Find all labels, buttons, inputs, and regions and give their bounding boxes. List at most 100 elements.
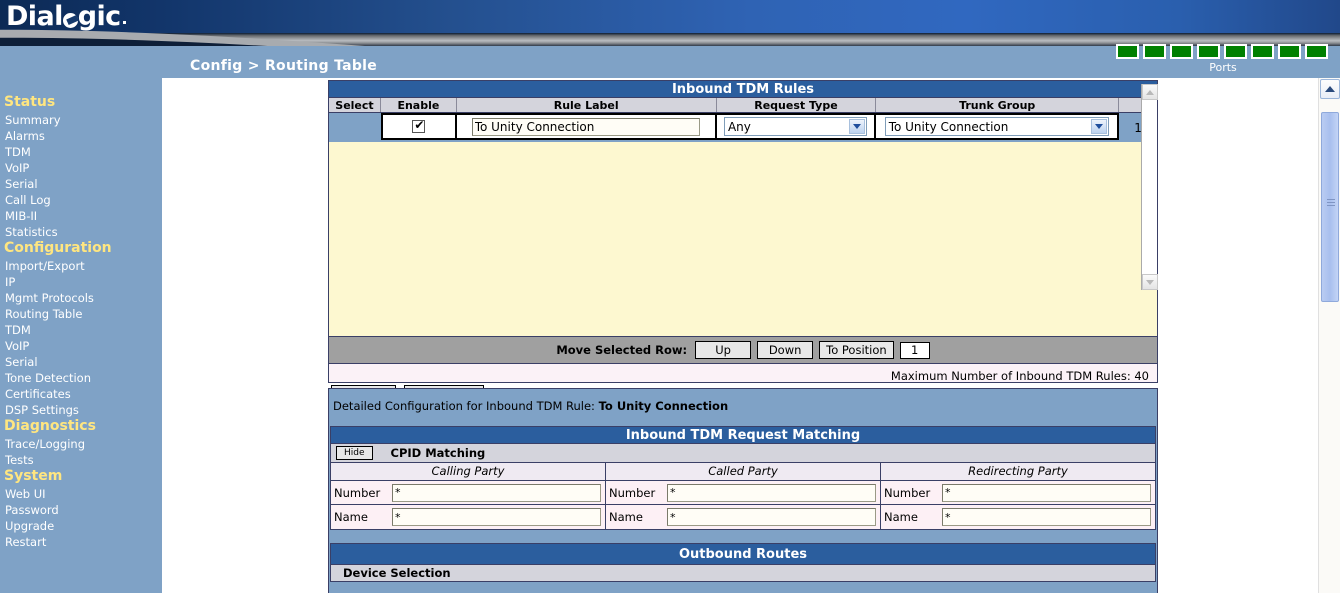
row-select-cell[interactable] [329,113,381,142]
called-name-label: Name [609,510,643,524]
port-led [1305,44,1328,59]
scroll-down-icon[interactable] [1142,274,1158,290]
ports-label: Ports [1209,61,1237,74]
redirecting-number-input[interactable] [942,483,1151,502]
column-header-enable: Enable [381,98,457,112]
calling-number-input[interactable] [392,483,601,502]
trunk-group-select[interactable]: To Unity Connection [884,117,1109,136]
chevron-down-icon [848,119,865,134]
port-led [1143,44,1166,59]
scroll-up-icon[interactable] [1320,79,1340,99]
scroll-up-icon[interactable] [1142,84,1158,100]
column-header-select: Select [329,98,381,112]
sidebar-item-restart[interactable]: Restart [0,534,162,550]
move-row-label: Move Selected Row: [556,343,688,357]
inbound-tdm-rules-title: Inbound TDM Rules [329,81,1157,98]
sidebar-item-call-log[interactable]: Call Log [0,192,162,208]
scrollbar-thumb[interactable] [1321,112,1339,302]
move-down-button[interactable]: Down [757,341,814,359]
request-matching-title: Inbound TDM Request Matching [331,427,1155,444]
sidebar-item-summary[interactable]: Summary [0,112,162,128]
sidebar-item-routing-table[interactable]: Routing Table [0,306,162,322]
sidebar-item-tdm-status[interactable]: TDM [0,144,162,160]
sidebar-item-tests[interactable]: Tests [0,452,162,468]
table-row: Name Name Name [331,505,1155,529]
cpid-matching-bar: Hide CPID Matching [331,444,1155,463]
sidebar-item-voip-status[interactable]: VoIP [0,160,162,176]
inbound-tdm-request-matching-panel: Inbound TDM Request Matching Hide CPID M… [330,426,1156,530]
called-party-name-cell: Name [606,505,881,529]
device-selection-label: Device Selection [331,565,1155,581]
column-header-called-party: Called Party [606,463,881,480]
detail-config-header: Detailed Configuration for Inbound TDM R… [329,389,1157,413]
table-row[interactable]: Any To Unity Connection 1 [329,113,1157,142]
port-led [1197,44,1220,59]
outbound-routes-panel: Outbound Routes Device Selection [330,543,1156,582]
sidebar-item-ip[interactable]: IP [0,274,162,290]
redirecting-name-input[interactable] [942,508,1151,526]
calling-number-label: Number [334,485,381,500]
chevron-down-icon [1090,119,1107,134]
row-rule-label-cell [456,113,717,140]
sidebar-item-upgrade[interactable]: Upgrade [0,518,162,534]
sidebar-item-mgmt-protocols[interactable]: Mgmt Protocols [0,290,162,306]
row-trunk-group-cell: To Unity Connection [876,113,1120,140]
sidebar-item-dsp-settings[interactable]: DSP Settings [0,402,162,418]
sidebar-item-serial-status[interactable]: Serial [0,176,162,192]
detail-config-prefix: Detailed Configuration for Inbound TDM R… [333,399,595,413]
move-up-button[interactable]: Up [695,341,752,359]
party-column-headers: Calling Party Called Party Redirecting P… [331,463,1155,480]
column-header-calling-party: Calling Party [331,463,606,480]
detailed-configuration-panel: Detailed Configuration for Inbound TDM R… [328,388,1158,593]
sidebar-item-serial-config[interactable]: Serial [0,354,162,370]
logo-dot-icon [122,21,126,24]
row-enable-cell [380,113,457,140]
sidebar-item-statistics[interactable]: Statistics [0,224,162,240]
sidebar-group-status: Status [4,94,56,110]
column-header-redirecting-party: Redirecting Party [968,464,1068,478]
column-header-request-type: Request Type [717,98,877,112]
request-type-value: Any [727,119,751,134]
page-scrollbar[interactable] [1318,78,1340,593]
position-input[interactable] [899,341,930,359]
request-type-select[interactable]: Any [723,117,867,136]
sidebar-item-tone-detection[interactable]: Tone Detection [0,370,162,386]
sidebar-item-password[interactable]: Password [0,502,162,518]
sidebar-group-system: System [4,468,63,484]
hide-button[interactable]: Hide [336,446,373,460]
breadcrumb: Config > Routing Table [190,58,378,74]
rules-list-scrollbar[interactable] [1141,84,1158,290]
sidebar-item-certificates[interactable]: Certificates [0,386,162,402]
party-rows: Number Number Number [331,480,1155,529]
calling-party-name-cell: Name [331,505,606,529]
called-number-input[interactable] [667,483,876,502]
sidebar-item-alarms[interactable]: Alarms [0,128,162,144]
sidebar-item-mib-ii[interactable]: MIB-II [0,208,162,224]
redirecting-party-name-cell: Name [881,505,1155,529]
enable-checkbox[interactable] [412,118,426,133]
sidebar-nav: Status Summary Alarms TDM VoIP Serial Ca… [0,78,162,593]
trunk-group-value: To Unity Connection [888,119,1009,134]
cpid-matching-title: CPID Matching [390,446,486,460]
ports-indicator: Ports [1116,44,1330,74]
called-number-label: Number [609,485,656,500]
sidebar-item-web-ui[interactable]: Web UI [0,486,162,502]
redirecting-name-label: Name [884,510,918,524]
detail-config-rule-name: To Unity Connection [598,399,729,413]
rules-table-header: Select Enable Rule Label Request Type Tr… [329,98,1157,113]
rule-label-input[interactable] [471,117,700,136]
sidebar-group-configuration: Configuration [4,240,112,256]
sidebar-item-import-export[interactable]: Import/Export [0,258,162,274]
port-led [1251,44,1274,59]
main-content: Inbound TDM Rules Select Enable Rule Lab… [162,78,1318,593]
sidebar-item-voip-config[interactable]: VoIP [0,338,162,354]
page-root: Dial gic Config > Routing Table Ports Sta… [0,0,1340,593]
table-row: Number Number Number [331,481,1155,505]
calling-party-number-cell: Number [331,481,606,504]
to-position-button[interactable]: To Position [819,341,894,359]
row-request-type-cell: Any [716,113,877,140]
sidebar-item-tdm-config[interactable]: TDM [0,322,162,338]
called-name-input[interactable] [667,508,876,526]
calling-name-input[interactable] [392,508,601,526]
sidebar-item-trace-logging[interactable]: Trace/Logging [0,436,162,452]
